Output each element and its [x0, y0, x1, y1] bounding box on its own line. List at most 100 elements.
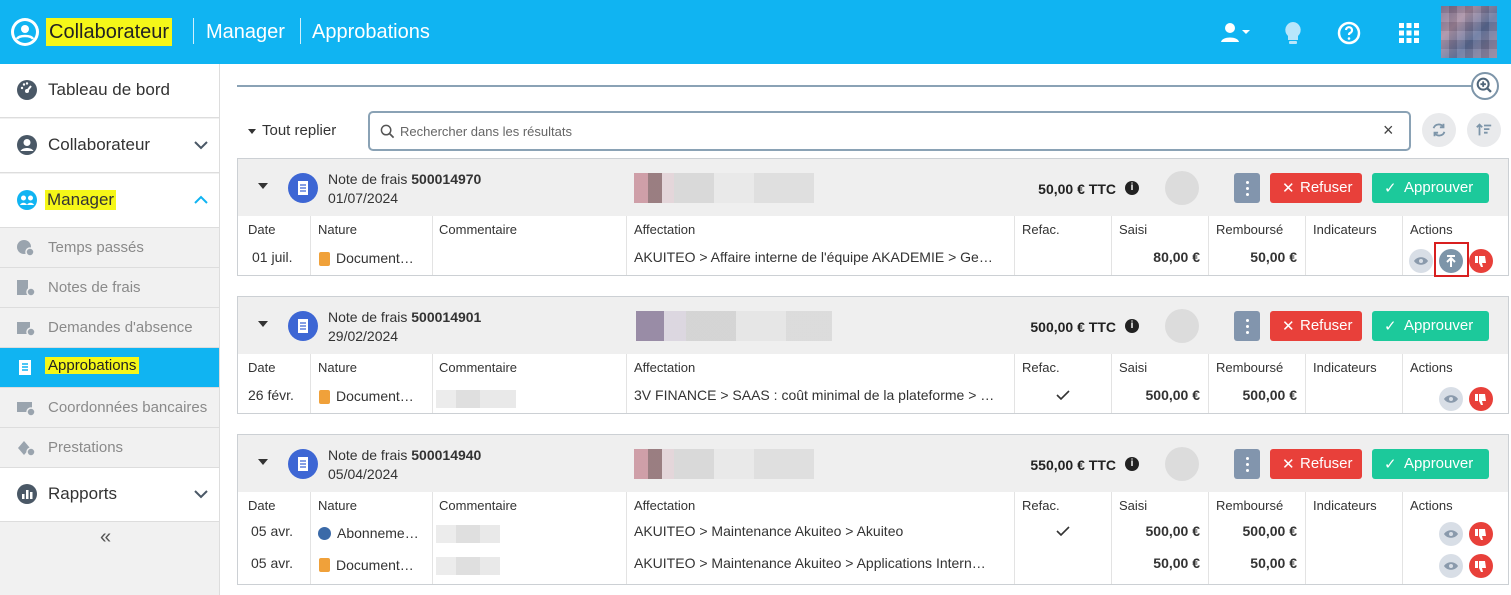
column-header: Affectation: [634, 498, 696, 513]
column-header: Affectation: [634, 360, 696, 375]
zoom-in-button[interactable]: [1471, 72, 1499, 100]
table-row[interactable]: 05 avr. Document… AKUITEO > Maintenance …: [238, 549, 1508, 581]
table-header: Date Nature Commentaire Affectation Refa…: [238, 492, 1508, 517]
column-header: Nature: [318, 498, 358, 513]
close-icon: ✕: [1282, 456, 1295, 473]
manager-icon: [17, 190, 37, 210]
wordpress-icon: [318, 527, 331, 540]
chevron-down-icon: [194, 141, 208, 150]
info-icon[interactable]: i: [1125, 319, 1139, 333]
breadcrumb-separator: [193, 18, 194, 44]
column-header: Refac.: [1022, 360, 1060, 375]
column-header: Refac.: [1022, 222, 1060, 237]
search-input[interactable]: [400, 121, 1360, 141]
column-header: Actions: [1410, 222, 1453, 237]
column-header: Remboursé: [1216, 222, 1284, 237]
view-button[interactable]: [1409, 249, 1433, 273]
expense-card: Note de frais 500014970 01/07/2024 50,00…: [237, 158, 1509, 277]
row-date: 05 avr.: [251, 555, 294, 571]
sidebar-subitem-coordonnees-bancaires[interactable]: Coordonnées bancaires: [0, 388, 219, 428]
view-button[interactable]: [1439, 522, 1463, 546]
caret-down-icon[interactable]: [258, 321, 268, 327]
user-circle-icon[interactable]: [10, 17, 40, 47]
sidebar-item-tableau-de-bord[interactable]: Tableau de bord: [0, 64, 219, 118]
reject-line-button[interactable]: [1469, 522, 1493, 546]
blurred-comment: [436, 557, 500, 575]
refuse-button[interactable]: ✕ Refuser: [1270, 449, 1362, 479]
sort-icon: [1476, 123, 1492, 136]
caret-down-icon: [248, 128, 256, 134]
expense-card: Note de frais 500014940 05/04/2024 550,0…: [237, 434, 1509, 585]
sidebar-item-rapports[interactable]: Rapports: [0, 468, 219, 522]
column-header: Indicateurs: [1313, 222, 1377, 237]
card-number: 500014940: [411, 447, 482, 463]
row-date: 26 févr.: [248, 387, 294, 403]
user-avatar[interactable]: [1441, 6, 1497, 58]
breadcrumb-approbations: Approbations: [312, 21, 430, 43]
sidebar-subitem-approbations[interactable]: Approbations: [0, 348, 219, 388]
table-row[interactable]: 26 févr. Document… 3V FINANCE > SAAS : c…: [238, 379, 1508, 411]
row-saisi: 500,00 €: [1145, 523, 1201, 539]
table-row[interactable]: 01 juil. Document… AKUITEO > Affaire int…: [238, 241, 1508, 277]
sidebar-item-collaborateur[interactable]: Collaborateur: [0, 119, 219, 173]
more-options-button[interactable]: [1234, 173, 1260, 203]
sidebar-item-label: Tableau de bord: [48, 80, 170, 99]
clear-search-button[interactable]: ×: [1383, 120, 1394, 141]
more-options-button[interactable]: [1234, 311, 1260, 341]
row-nature: Document…: [336, 250, 414, 266]
view-button[interactable]: [1439, 387, 1463, 411]
view-button[interactable]: [1439, 554, 1463, 578]
eye-icon: [1444, 395, 1458, 403]
more-options-button[interactable]: [1234, 449, 1260, 479]
eye-icon: [1414, 257, 1428, 265]
avatar: [1165, 171, 1199, 205]
reject-line-button[interactable]: [1469, 387, 1493, 411]
sidebar-item-label: Notes de frais: [48, 279, 141, 296]
close-icon: ✕: [1282, 180, 1295, 197]
row-saisi: 50,00 €: [1153, 555, 1200, 571]
refresh-button[interactable]: [1422, 113, 1456, 147]
breadcrumb-manager[interactable]: Manager: [206, 18, 285, 46]
sidebar-subitem-notes-de-frais[interactable]: Notes de frais: [0, 268, 219, 308]
sidebar-collapse-button[interactable]: «: [100, 526, 111, 549]
refuse-button[interactable]: ✕ Refuser: [1270, 311, 1362, 341]
column-header: Actions: [1410, 498, 1453, 513]
receipt-icon: [288, 173, 318, 203]
reject-line-button[interactable]: [1469, 554, 1493, 578]
caret-down-icon[interactable]: [258, 183, 268, 189]
user-switch-icon[interactable]: [1220, 20, 1252, 46]
row-rembourse: 50,00 €: [1250, 555, 1297, 571]
breadcrumb-collaborateur[interactable]: Collaborateur: [46, 18, 173, 46]
absence-icon: [17, 322, 36, 337]
card-date: 29/02/2024: [328, 328, 399, 344]
help-icon[interactable]: [1336, 20, 1362, 46]
row-affectation: AKUITEO > Affaire interne de l'équipe AK…: [634, 249, 993, 265]
sidebar-item-manager[interactable]: Manager: [0, 174, 219, 228]
collapse-all-button[interactable]: Tout replier: [248, 122, 336, 139]
lightbulb-icon[interactable]: [1280, 20, 1306, 46]
refuse-button[interactable]: ✕ Refuser: [1270, 173, 1362, 203]
thumbs-down-icon: [1475, 256, 1486, 267]
caret-down-icon[interactable]: [258, 459, 268, 465]
table-row[interactable]: 05 avr. Abonneme… AKUITEO > Maintenance …: [238, 517, 1508, 549]
sort-button[interactable]: [1467, 113, 1501, 147]
approve-button[interactable]: ✓ Approuver: [1372, 173, 1489, 203]
card-title-prefix: Note de frais: [328, 171, 408, 187]
close-icon: ✕: [1282, 318, 1295, 335]
column-header: Actions: [1410, 360, 1453, 375]
approve-button[interactable]: ✓ Approuver: [1372, 311, 1489, 341]
check-icon: [1056, 526, 1070, 536]
sidebar-subitem-temps-passes[interactable]: Temps passés: [0, 228, 219, 268]
sidebar-item-label: Manager: [45, 190, 117, 210]
blurred-employee-name: [634, 173, 814, 203]
info-icon[interactable]: i: [1125, 181, 1139, 195]
sidebar-subitem-demandes-absence[interactable]: Demandes d'absence: [0, 308, 219, 348]
card-number: 500014901: [411, 309, 482, 325]
sidebar-subitem-prestations[interactable]: Prestations: [0, 428, 219, 468]
column-header: Remboursé: [1216, 498, 1284, 513]
reject-line-button[interactable]: [1469, 249, 1493, 273]
approve-button[interactable]: ✓ Approuver: [1372, 449, 1489, 479]
apps-grid-icon[interactable]: [1396, 20, 1422, 46]
column-header: Saisi: [1119, 360, 1148, 375]
info-icon[interactable]: i: [1125, 457, 1139, 471]
